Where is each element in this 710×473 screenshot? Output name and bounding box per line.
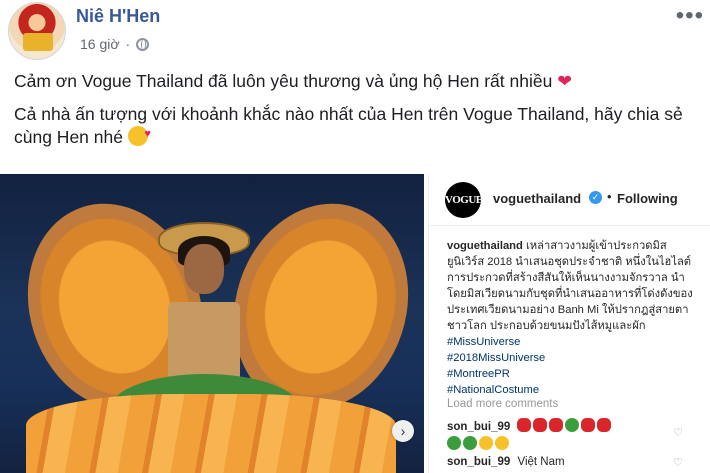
model-dress [168, 302, 240, 382]
heart-emoji-icon: ❤ [557, 71, 572, 91]
lips-emoji-icon [597, 418, 612, 432]
like-comment-heart-icon[interactable]: ♡ [673, 426, 683, 439]
comment-row: son_bui_99 ♡ [447, 418, 693, 451]
post-body: Cảm ơn Vogue Thailand đã luôn yêu thương… [14, 70, 704, 159]
kissing-face-emoji-icon [127, 123, 151, 146]
post-line-2: Cả nhà ấn tượng với khoảnh khắc nào nhất… [14, 103, 704, 149]
lips-emoji-icon [549, 418, 564, 432]
comment-username[interactable]: son_bui_99 [447, 456, 510, 468]
post-line-1: Cảm ơn Vogue Thailand đã luôn yêu thương… [14, 70, 704, 93]
like-comment-heart-icon[interactable]: ♡ [673, 456, 683, 469]
lips-emoji-icon [517, 418, 532, 432]
heart-eyes-emoji-icon [495, 436, 509, 450]
lips-emoji-icon [581, 418, 596, 432]
post-timestamp[interactable]: 16 giờ [80, 36, 120, 52]
separator-dot: · [125, 36, 131, 52]
header-dot: • [607, 189, 612, 204]
post-meta: 16 giờ · [80, 36, 150, 52]
hashtag[interactable]: #NationalCostume [447, 382, 693, 398]
globe-icon[interactable] [136, 37, 150, 51]
lips-emoji-icon [533, 418, 548, 432]
author-avatar[interactable] [8, 2, 66, 60]
bread-costume [26, 394, 396, 473]
clover-emoji-icon [463, 436, 477, 450]
verified-check-icon: ✓ [589, 191, 602, 204]
comment-username[interactable]: son_bui_99 [447, 421, 510, 433]
post-line-2-text: Cả nhà ấn tượng với khoảnh khắc nào nhất… [14, 104, 683, 147]
model-face [184, 244, 224, 294]
post-media[interactable]: › VOGUE voguethailand ✓ • Following vogu… [0, 174, 710, 473]
avatar-badge [23, 33, 53, 51]
comment-row: son_bui_99 Việt Nam ♡ [447, 456, 693, 469]
following-button[interactable]: Following [617, 191, 678, 206]
vogue-logo[interactable]: VOGUE [445, 182, 483, 218]
instagram-username[interactable]: voguethailand [493, 191, 581, 206]
more-options-button[interactable]: ••• [676, 2, 704, 30]
hashtag[interactable]: #MissUniverse [447, 334, 693, 350]
hashtag[interactable]: #2018MissUniverse [447, 350, 693, 366]
comment-emoji-row [447, 436, 693, 451]
heart-eyes-emoji-icon [479, 436, 493, 450]
comment-text: Việt Nam [517, 456, 565, 468]
caption-text: เหล่าสาวงามผู้เข้าประกวดมิสยูนิเวิร์ส 20… [447, 240, 693, 332]
post-line-1-text: Cảm ơn Vogue Thailand đã luôn yêu thương… [14, 71, 553, 91]
clover-emoji-icon [565, 418, 580, 432]
instagram-photo[interactable]: › [0, 174, 424, 473]
clover-emoji-icon [447, 436, 461, 450]
caption-username[interactable]: voguethailand [447, 240, 523, 252]
instagram-header: VOGUE voguethailand ✓ • Following [429, 174, 710, 226]
post-header: Niê H'Hen 16 giờ · ••• [8, 2, 708, 60]
instagram-panel: VOGUE voguethailand ✓ • Following voguet… [428, 174, 710, 473]
hashtag[interactable]: #MontreePR [447, 366, 693, 382]
next-photo-chevron-icon[interactable]: › [392, 420, 414, 442]
load-more-comments-link[interactable]: Load more comments [447, 398, 558, 410]
author-name[interactable]: Niê H'Hen [76, 6, 160, 27]
instagram-caption: voguethailand เหล่าสาวงามผู้เข้าประกวดมิ… [447, 238, 693, 398]
